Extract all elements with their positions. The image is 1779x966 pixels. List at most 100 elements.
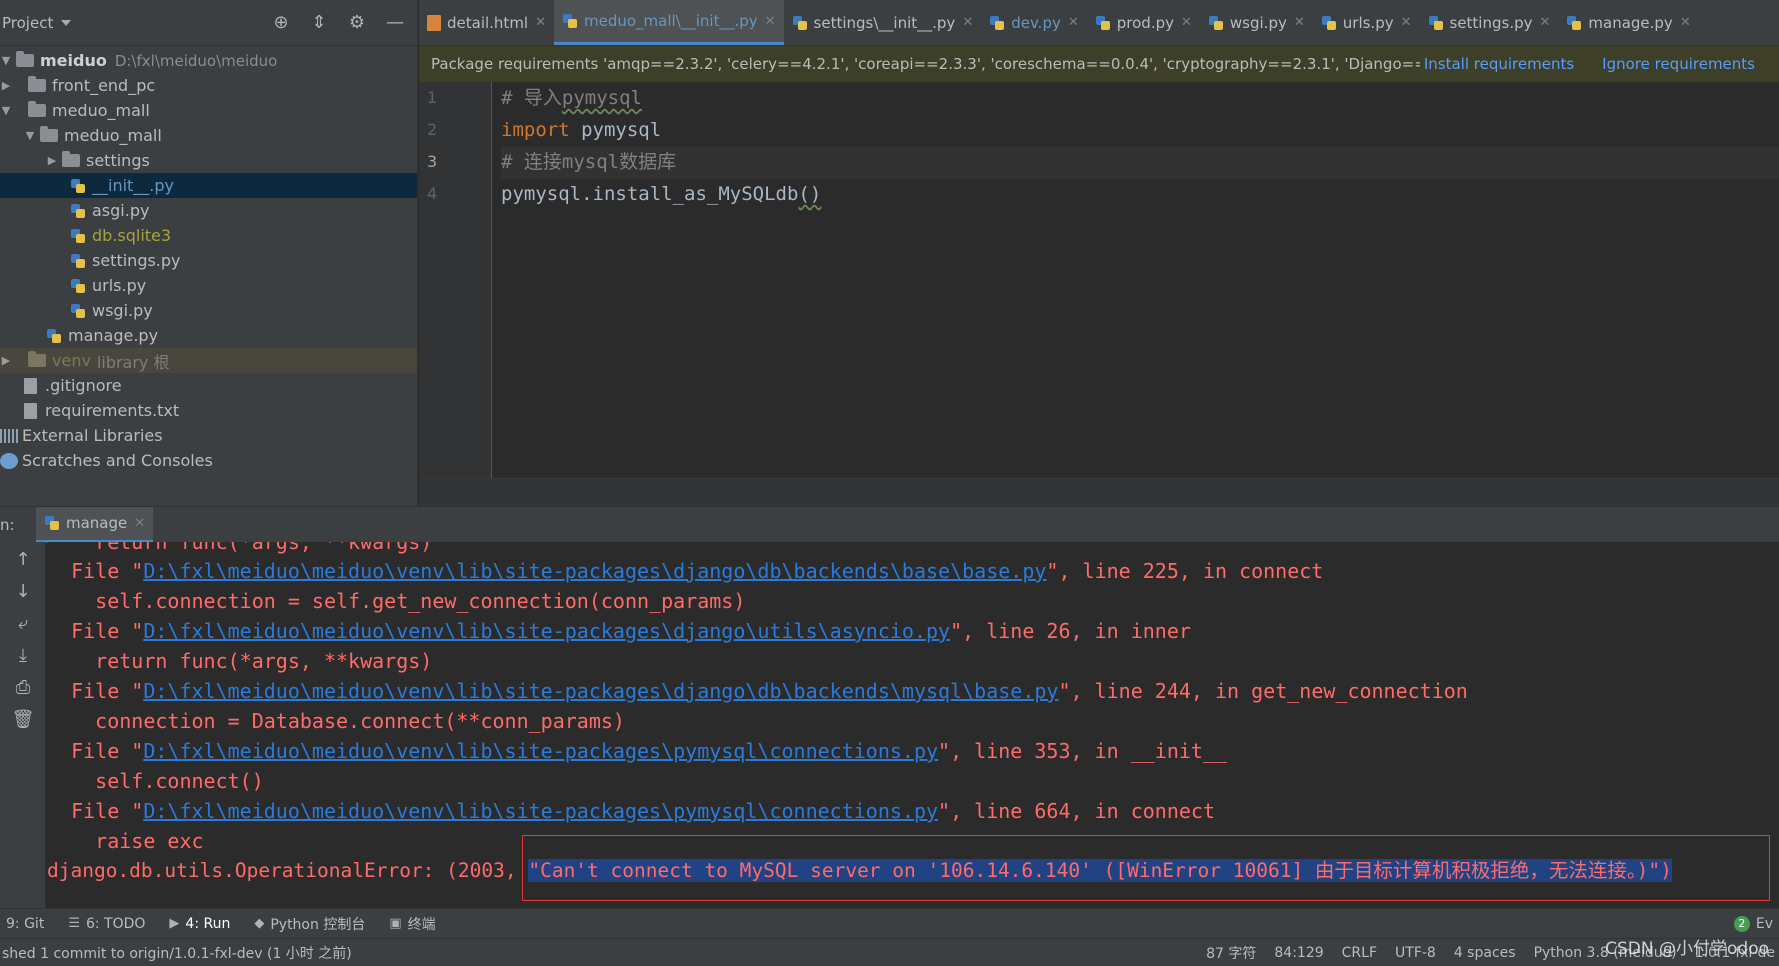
close-icon[interactable]: ✕ (1068, 15, 1079, 30)
tree-item-requirements-txt[interactable]: requirements.txt (0, 398, 417, 423)
tree-item-db-sqlite3[interactable]: db.sqlite3 (0, 223, 417, 248)
code-comment: pymysql (561, 87, 642, 109)
expanded-arrow-icon[interactable]: ▼ (0, 104, 12, 117)
close-icon[interactable]: ✕ (1539, 15, 1550, 30)
run-panel-header: n: manage ✕ (0, 506, 1779, 543)
close-icon[interactable]: ✕ (765, 14, 776, 29)
tab-label: wsgi.py (1229, 13, 1287, 32)
close-icon[interactable]: ✕ (962, 15, 973, 30)
status-indent[interactable]: 4 spaces (1454, 945, 1516, 961)
run-tab-label: manage (66, 514, 128, 532)
code-line-current[interactable]: # 连接mysql数据库 (501, 146, 1779, 178)
run-tab-manage[interactable]: manage ✕ (36, 506, 154, 543)
locate-icon[interactable]: ⊕ (271, 13, 291, 32)
folder-icon (40, 126, 58, 142)
tab-detail-html[interactable]: detail.html ✕ (419, 0, 554, 45)
collapsed-arrow-icon[interactable]: ▶ (46, 154, 58, 167)
console-file-link[interactable]: D:\fxl\meiduo\meiduo\venv\lib\site-packa… (143, 739, 938, 763)
status-line-separator[interactable]: CRLF (1342, 945, 1377, 961)
tree-item-label: Scratches and Consoles (22, 451, 213, 470)
close-icon[interactable]: ✕ (1181, 15, 1192, 30)
tab-urls-py[interactable]: urls.py ✕ (1313, 0, 1420, 45)
console-line: connection = Database.connect(**conn_par… (47, 709, 625, 733)
code-editor[interactable]: 1 2 3 4 # 导入pymysql import pymysql # 连接m… (419, 82, 1779, 478)
ignore-requirements-link[interactable]: Ignore requirements (1602, 55, 1755, 73)
tree-item-venv[interactable]: ▶ venv library 根 (0, 348, 417, 373)
console-file-link[interactable]: D:\fxl\meiduo\meiduo\venv\lib\site-packa… (143, 619, 950, 643)
run-console[interactable]: return func(*args, **kwargs) File "D:\fx… (47, 542, 1779, 908)
status-message[interactable]: shed 1 commit to origin/1.0.1-fxl-dev (1… (0, 943, 352, 963)
python-file-icon (70, 178, 86, 194)
arrow-up-icon[interactable]: ↑ (0, 544, 46, 576)
project-view-selector[interactable]: Project (2, 14, 53, 32)
expanded-arrow-icon[interactable]: ▼ (0, 54, 12, 67)
close-icon[interactable]: ✕ (134, 516, 145, 531)
tree-item-wsgi-py[interactable]: wsgi.py (0, 298, 417, 323)
tree-item-external-libraries[interactable]: External Libraries (0, 423, 417, 448)
tree-item-scratches[interactable]: Scratches and Consoles (0, 448, 417, 473)
tree-item-front-end-pc[interactable]: ▶ front_end_pc (0, 73, 417, 98)
tree-item-settings[interactable]: ▶ settings (0, 148, 417, 173)
collapsed-arrow-icon[interactable]: ▶ (0, 79, 12, 92)
soft-wrap-icon[interactable]: ⤶ (0, 608, 46, 640)
console-file-link[interactable]: D:\fxl\meiduo\meiduo\venv\lib\site-packa… (143, 559, 1046, 583)
scroll-to-end-icon[interactable]: ⤓ (0, 640, 46, 672)
console-file-link[interactable]: D:\fxl\meiduo\meiduo\venv\lib\site-packa… (143, 679, 1058, 703)
tree-item-init-py[interactable]: __init__.py (0, 173, 417, 198)
tree-item-meiduo[interactable]: ▼ meiduo D:\fxl\meiduo\meiduo (0, 48, 417, 73)
code-line[interactable]: pymysql.install_as_MySQLdb() (501, 178, 1779, 210)
event-log-label: Ev (1755, 915, 1773, 932)
tree-item-label: venv (52, 351, 91, 370)
gear-icon[interactable]: ⚙ (347, 13, 367, 32)
code-line[interactable]: # 导入pymysql (501, 82, 1779, 114)
tab-meduo-mall-init-py[interactable]: meduo_mall\__init__.py ✕ (554, 0, 784, 45)
selected-error-message[interactable]: "Can't connect to MySQL server on '106.1… (528, 859, 1672, 882)
toolwindow-terminal[interactable]: ▣ 终端 (389, 914, 435, 934)
tree-item-manage-py[interactable]: manage.py (0, 323, 417, 348)
console-text: File " (47, 799, 144, 823)
tree-item-gitignore[interactable]: .gitignore (0, 373, 417, 398)
tree-item-settings-py[interactable]: settings.py (0, 248, 417, 273)
print-icon[interactable]: ⎙ (0, 672, 46, 704)
tab-label: dev.py (1011, 13, 1061, 32)
close-icon[interactable]: ✕ (535, 15, 546, 30)
arrow-down-icon[interactable]: ↓ (0, 576, 46, 608)
close-icon[interactable]: ✕ (1294, 15, 1305, 30)
tab-manage-py[interactable]: manage.py ✕ (1558, 0, 1698, 45)
toolwindow-run[interactable]: ▶ 4: Run (169, 916, 230, 932)
close-icon[interactable]: ✕ (1680, 15, 1691, 30)
console-line: self.connect() (47, 769, 264, 793)
expanded-arrow-icon[interactable]: ▼ (24, 129, 36, 142)
code-area[interactable]: # 导入pymysql import pymysql # 连接mysql数据库 … (501, 82, 1779, 210)
hide-icon[interactable]: — (385, 13, 405, 32)
status-caret-position[interactable]: 84:129 (1274, 945, 1323, 961)
tab-wsgi-py[interactable]: wsgi.py ✕ (1200, 0, 1313, 45)
tree-item-meduo-mall[interactable]: ▼ meduo_mall (0, 98, 417, 123)
tree-item-label: settings.py (92, 251, 181, 270)
status-char-count: 87 字符 (1206, 945, 1257, 962)
close-icon[interactable]: ✕ (1401, 15, 1412, 30)
install-requirements-link[interactable]: Install requirements (1424, 55, 1574, 73)
chevron-down-icon[interactable] (61, 19, 72, 26)
code-line[interactable]: import pymysql (501, 114, 1779, 146)
toolwindow-todo[interactable]: ☰ 6: TODO (68, 916, 145, 932)
toolwindow-git[interactable]: 9: Git (6, 916, 44, 932)
python-file-icon (1321, 15, 1337, 31)
tab-settings-init-py[interactable]: settings\__init__.py ✕ (784, 0, 982, 45)
html-file-icon (427, 14, 441, 31)
tab-settings-py[interactable]: settings.py ✕ (1420, 0, 1559, 45)
tree-item-meduo-mall-package[interactable]: ▼ meduo_mall (0, 123, 417, 148)
tree-item-label: .gitignore (45, 376, 122, 395)
collapse-all-icon[interactable]: ⇕ (309, 13, 329, 32)
collapsed-arrow-icon[interactable]: ▶ (0, 354, 12, 367)
tab-prod-py[interactable]: prod.py ✕ (1087, 0, 1200, 45)
trash-icon[interactable]: 🗑 (0, 704, 46, 736)
console-file-link[interactable]: D:\fxl\meiduo\meiduo\venv\lib\site-packa… (143, 799, 938, 823)
tab-dev-py[interactable]: dev.py ✕ (981, 0, 1087, 45)
event-log[interactable]: 2 Ev (1733, 915, 1779, 932)
status-encoding[interactable]: UTF-8 (1395, 945, 1436, 961)
toolwindow-label: Python 控制台 (270, 916, 366, 933)
tree-item-asgi-py[interactable]: asgi.py (0, 198, 417, 223)
toolwindow-python-console[interactable]: ◆ Python 控制台 (254, 914, 365, 934)
tree-item-urls-py[interactable]: urls.py (0, 273, 417, 298)
